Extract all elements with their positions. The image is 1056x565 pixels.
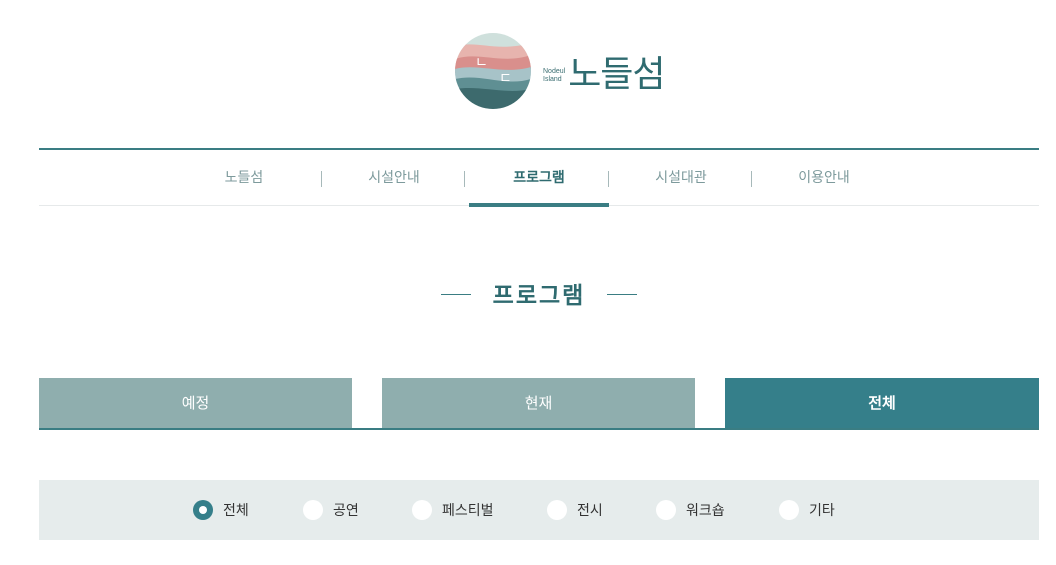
main-nav: 노들섬 시설안내 프로그램 시설대관 이용안내 xyxy=(39,148,1039,207)
filter-radio-festival[interactable]: 페스티벌 xyxy=(412,498,494,522)
filter-label: 기타 xyxy=(809,503,835,519)
svg-text:ㄴ: ㄴ xyxy=(475,55,488,71)
nav-item-rental[interactable]: 시설대관 xyxy=(616,150,746,206)
filter-radio-performance[interactable]: 공연 xyxy=(303,498,359,522)
nav-separator xyxy=(751,171,752,187)
filter-label: 페스티벌 xyxy=(442,503,494,519)
logo-subtitle-line1: Nodeul xyxy=(543,68,566,75)
page-title: 프로그램 xyxy=(492,283,586,309)
tab-current[interactable]: 현재 xyxy=(382,378,695,428)
filter-label: 전체 xyxy=(223,503,249,519)
nav-separator xyxy=(321,171,322,187)
logo-name: 노들섬 xyxy=(568,54,665,95)
filter-radio-workshop[interactable]: 워크숍 xyxy=(656,498,725,522)
nav-item-program[interactable]: 프로그램 xyxy=(469,150,609,207)
logo-subtitle: Nodeul Island xyxy=(543,68,565,84)
tab-upcoming[interactable]: 예정 xyxy=(39,378,352,428)
category-filter-bar: 전체 공연 페스티벌 전시 워크숍 기타 xyxy=(39,480,1039,540)
nav-separator xyxy=(608,171,609,187)
filter-radio-exhibition[interactable]: 전시 xyxy=(547,498,603,522)
radio-unchecked-icon xyxy=(412,500,432,520)
filter-label: 공연 xyxy=(333,503,359,519)
radio-checked-icon xyxy=(193,500,213,520)
nav-item-guide[interactable]: 이용안내 xyxy=(759,150,889,206)
filter-label: 워크숍 xyxy=(686,503,725,519)
filter-radio-etc[interactable]: 기타 xyxy=(779,498,835,522)
nav-item-facilities[interactable]: 시설안내 xyxy=(329,150,459,206)
radio-unchecked-icon xyxy=(656,500,676,520)
nav-separator xyxy=(464,171,465,187)
nav-item-nodeul[interactable]: 노들섬 xyxy=(179,150,309,206)
svg-text:ㄷ: ㄷ xyxy=(499,71,512,87)
filter-label: 전시 xyxy=(577,503,603,519)
logo-emblem-icon: ㄴ ㄷ xyxy=(455,33,531,109)
radio-unchecked-icon xyxy=(547,500,567,520)
site-logo[interactable]: ㄴ ㄷ Nodeul Island 노들섬 xyxy=(455,33,666,109)
logo-text: Nodeul Island 노들섬 xyxy=(543,45,666,97)
radio-unchecked-icon xyxy=(303,500,323,520)
filter-radio-all[interactable]: 전체 xyxy=(193,498,249,522)
tab-all[interactable]: 전체 xyxy=(725,378,1039,430)
program-status-tabs: 예정 현재 전체 xyxy=(39,378,1039,430)
logo-subtitle-line2: Island xyxy=(543,76,562,83)
title-decor-line-right xyxy=(607,294,637,295)
radio-unchecked-icon xyxy=(779,500,799,520)
